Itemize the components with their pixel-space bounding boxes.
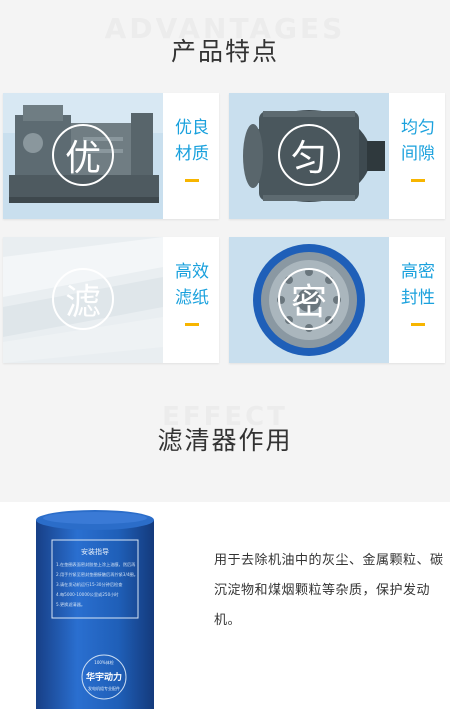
- feature-circle-char: 匀: [278, 124, 340, 186]
- feature-circle-char: 滤: [52, 268, 114, 330]
- feature-card-material: 优 优良 材质: [3, 93, 219, 219]
- feature-card-gap: 匀 均匀 间隙: [229, 93, 445, 219]
- feature-label: 均匀 间隙: [401, 118, 435, 164]
- filter-label-line: 1.在垫圈表面密封胶垫上涂上油膜，然后再: [56, 561, 136, 568]
- feature-card-seal: 密 高密 封性: [229, 237, 445, 363]
- feature-accent-bar: [185, 179, 199, 182]
- filter-label-line: 2.用手拧紧至密封垫圈接触后再拧紧3/4圈。: [56, 571, 138, 578]
- brand-name: 华宇动力: [86, 671, 122, 683]
- filter-label-line: 5.更换滤清器。: [56, 601, 85, 608]
- feature-label: 高效 滤纸: [175, 262, 209, 308]
- brand-badge: 100%体检: [94, 659, 113, 665]
- filter-label-title: 安装指导: [81, 547, 109, 556]
- feature-accent-bar: [411, 323, 425, 326]
- feature-circle-char: 优: [52, 124, 114, 186]
- oil-filter-image: 安装指导 1.在垫圈表面密封胶垫上涂上油膜，然后再 2.用手拧紧至密封垫圈接触后…: [0, 502, 207, 709]
- feature-accent-bar: [185, 323, 199, 326]
- feature-label: 高密 封性: [401, 262, 435, 308]
- feature-card-filter-paper: 滤 高效 滤纸: [3, 237, 219, 363]
- feature-accent-bar: [411, 179, 425, 182]
- section-title-effect: 滤清器作用: [157, 426, 293, 455]
- product-panel: 安装指导 1.在垫圈表面密封胶垫上涂上油膜，然后再 2.用手拧紧至密封垫圈接触后…: [0, 502, 450, 709]
- oil-filter-icon: 安装指导 1.在垫圈表面密封胶垫上涂上油膜，然后再 2.用手拧紧至密封垫圈接触后…: [36, 510, 154, 709]
- feature-label: 优良 材质: [175, 118, 209, 164]
- section-title-features: 产品特点: [170, 37, 279, 66]
- feature-circle-char: 密: [278, 268, 340, 330]
- filter-label-line: 3.请在发动机运行15-30分钟后检查: [56, 581, 123, 588]
- product-description: 用于去除机油中的灰尘、金属颗粒、碳沉淀物和煤烟颗粒等杂质，保护发动机。: [214, 553, 444, 628]
- filter-label-line: 4.每5000-10000公里或250小时: [56, 591, 119, 598]
- brand-sub: 发电机组专业配件: [88, 685, 120, 691]
